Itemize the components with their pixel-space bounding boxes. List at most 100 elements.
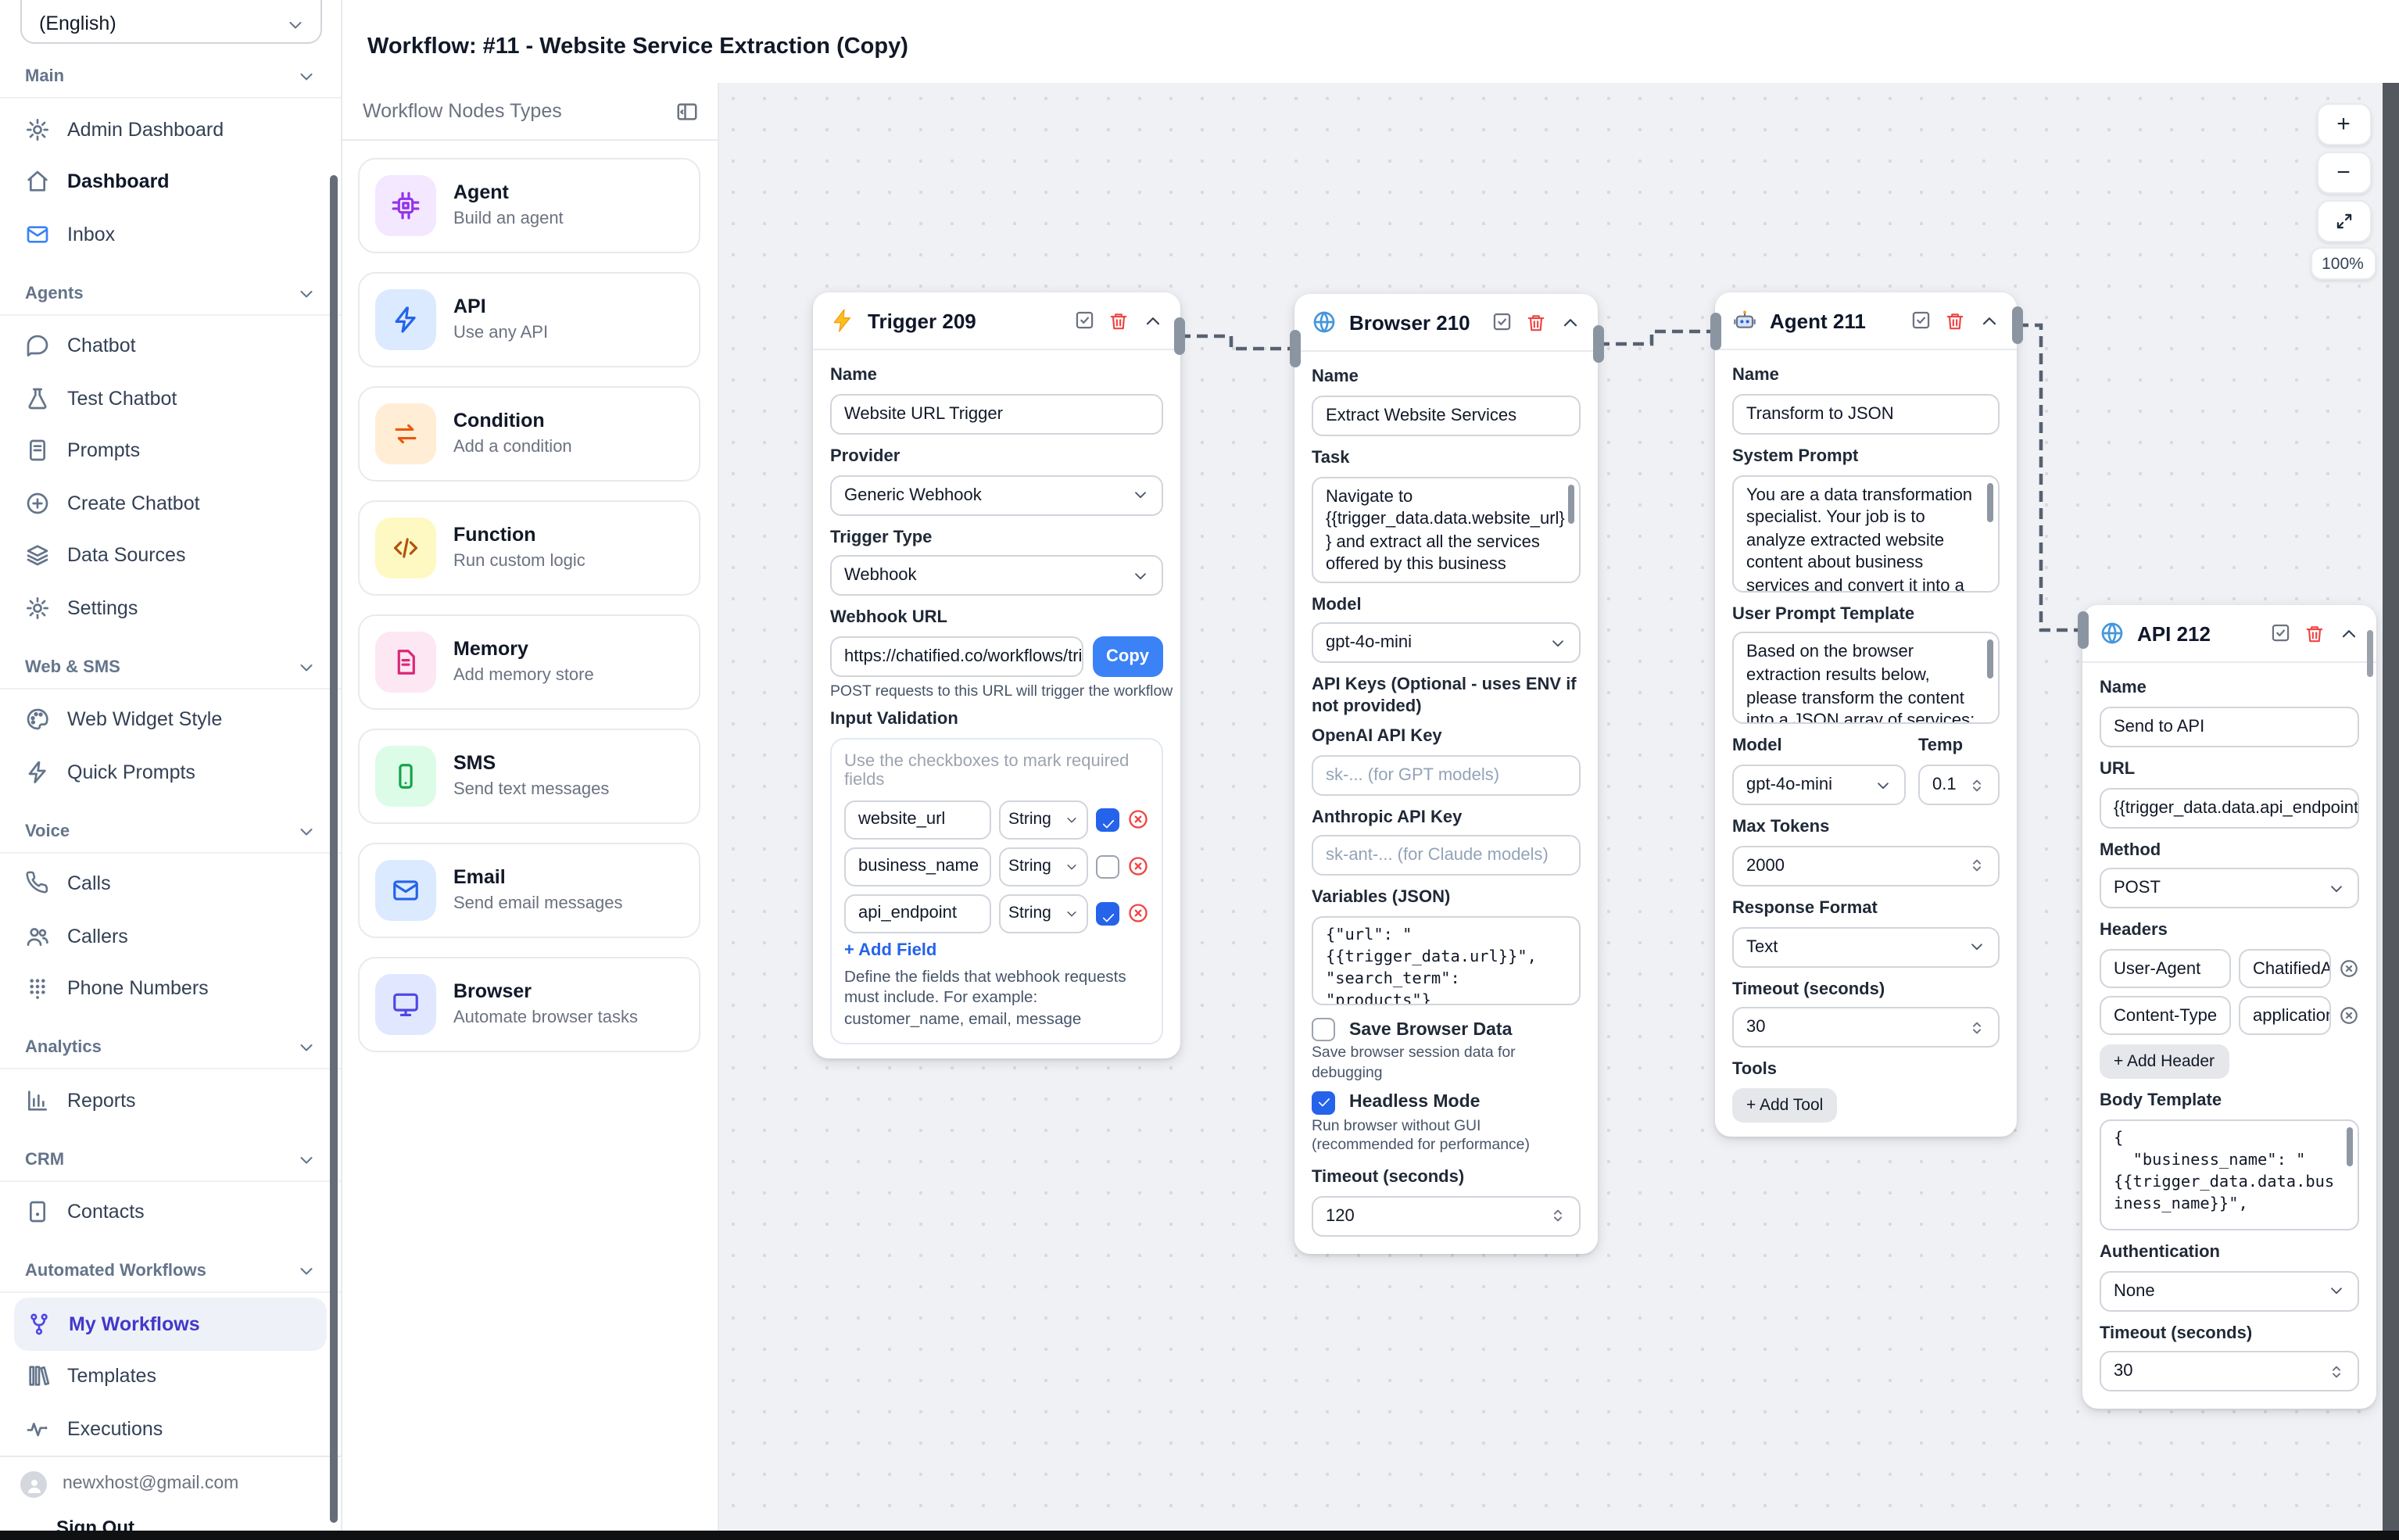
sidebar-item-chatbot[interactable]: Chatbot [0, 320, 341, 372]
sidebar-item-phone-numbers[interactable]: Phone Numbers [0, 962, 341, 1015]
method-select[interactable]: POST [2100, 868, 2359, 909]
add-field-button[interactable]: + Add Field [844, 940, 1149, 959]
trigger-type-select[interactable]: Webhook [830, 556, 1163, 596]
field-type-select[interactable]: String [999, 847, 1088, 886]
zoom-out-button[interactable]: − [2316, 152, 2371, 194]
delete-node-icon[interactable] [1526, 312, 1546, 332]
select-node-checkbox[interactable] [1910, 310, 1931, 331]
trigger-output-handle[interactable] [1173, 317, 1184, 355]
node-scrollbar[interactable] [2366, 630, 2373, 677]
sidebar-section-agents[interactable]: Agents [0, 260, 341, 307]
select-node-checkbox[interactable] [1491, 312, 1512, 333]
headless-mode-checkbox[interactable] [1312, 1091, 1335, 1114]
scrollbar-thumb[interactable] [1986, 482, 1993, 521]
api-timeout-input[interactable]: 30 [2100, 1352, 2359, 1392]
openai-key-input[interactable]: sk-... (for GPT models) [1312, 754, 1581, 795]
workflow-canvas[interactable]: Trigger 209 Name Website URL Trigger Pro… [717, 83, 2383, 1530]
collapse-node-icon[interactable] [1979, 310, 2000, 331]
api-url-input[interactable]: {{trigger_data.data.api_endpoint}} [2100, 787, 2359, 828]
palette-card-agent[interactable]: AgentBuild an agent [358, 158, 700, 253]
user-prompt-textarea[interactable]: Based on the browser extraction results … [1732, 632, 2000, 725]
field-name-input[interactable]: website_url [844, 800, 991, 839]
sidebar-section-main[interactable]: Main [0, 44, 341, 91]
model-select[interactable]: gpt-4o-mini [1312, 623, 1581, 664]
sidebar-item-templates[interactable]: Templates [0, 1350, 341, 1402]
copy-button[interactable]: Copy [1092, 636, 1163, 677]
sidebar-item-admin-dashboard[interactable]: Admin Dashboard [0, 103, 341, 156]
collapse-node-icon[interactable] [1560, 312, 1581, 332]
api-name-input[interactable]: Send to API [2100, 707, 2359, 747]
sidebar-item-data-sources[interactable]: Data Sources [0, 529, 341, 582]
user-row[interactable]: newxhost@gmail.com [0, 1456, 341, 1506]
scrollbar-thumb[interactable] [1567, 484, 1574, 523]
max-tokens-input[interactable]: 2000 [1732, 846, 2000, 886]
sidebar-section-automated-workflows[interactable]: Automated Workflows [0, 1238, 341, 1285]
save-browser-data-checkbox[interactable] [1312, 1018, 1335, 1041]
scrollbar-thumb[interactable] [1986, 640, 1993, 679]
header-value-input[interactable]: application/json [2239, 996, 2331, 1035]
header-value-input[interactable]: ChatifiedAI-Web [2239, 949, 2331, 988]
agent-input-handle[interactable] [1710, 313, 1720, 350]
language-selector[interactable]: (English) [20, 0, 322, 44]
add-header-button[interactable]: + Add Header [2100, 1044, 2229, 1079]
agent-name-input[interactable]: Transform to JSON [1732, 394, 2000, 435]
node-browser-210[interactable]: Browser 210 Name Extract Website Service… [1294, 294, 1598, 1254]
browser-timeout-input[interactable]: 120 [1312, 1196, 1581, 1237]
required-checkbox[interactable] [1096, 808, 1119, 831]
sidebar-item-create-chatbot[interactable]: Create Chatbot [0, 477, 341, 529]
node-agent-211[interactable]: Agent 211 Name Transform to JSON System … [1715, 292, 2017, 1137]
sidebar-item-web-widget-style[interactable]: Web Widget Style [0, 693, 341, 746]
sidebar-item-reports[interactable]: Reports [0, 1074, 341, 1126]
palette-card-email[interactable]: EmailSend email messages [358, 843, 700, 938]
sidebar-item-executions[interactable]: Executions [0, 1402, 341, 1455]
node-api-212[interactable]: API 212 Name Send to API URL {{trigger_d… [2082, 605, 2376, 1409]
sidebar-item-quick-prompts[interactable]: Quick Prompts [0, 746, 341, 798]
palette-card-api[interactable]: APIUse any API [358, 272, 700, 367]
sidebar-item-test-chatbot[interactable]: Test Chatbot [0, 372, 341, 424]
collapse-node-icon[interactable] [1143, 310, 1163, 331]
sidebar-item-calls[interactable]: Calls [0, 858, 341, 910]
palette-card-function[interactable]: FunctionRun custom logic [358, 500, 700, 596]
window-scrollbar[interactable] [2383, 83, 2399, 1530]
field-name-input[interactable]: api_endpoint [844, 894, 991, 933]
agent-timeout-input[interactable]: 30 [1732, 1008, 2000, 1048]
header-key-input[interactable]: Content-Type [2100, 996, 2231, 1035]
response-format-select[interactable]: Text [1732, 926, 2000, 967]
remove-header-icon[interactable] [2339, 1005, 2359, 1026]
anthropic-key-input[interactable]: sk-ant-... (for Claude models) [1312, 836, 1581, 876]
sidebar-item-my-workflows[interactable]: My Workflows [14, 1298, 327, 1350]
auth-select[interactable]: None [2100, 1270, 2359, 1311]
browser-output-handle[interactable] [1592, 325, 1603, 363]
select-node-checkbox[interactable] [1073, 310, 1094, 331]
sidebar-item-prompts[interactable]: Prompts [0, 424, 341, 477]
body-template-textarea[interactable]: { "business_name": "{{trigger_data.data.… [2100, 1119, 2359, 1230]
add-tool-button[interactable]: + Add Tool [1732, 1088, 1837, 1123]
palette-card-condition[interactable]: ConditionAdd a condition [358, 386, 700, 482]
palette-card-sms[interactable]: SMSSend text messages [358, 729, 700, 824]
field-type-select[interactable]: String [999, 894, 1088, 933]
agent-model-select[interactable]: gpt-4o-mini [1732, 765, 1906, 805]
delete-node-icon[interactable] [1945, 310, 1965, 331]
sidebar-section-crm[interactable]: CRM [0, 1126, 341, 1173]
variables-textarea[interactable]: {"url": "{{trigger_data.url}}", "search_… [1312, 916, 1581, 1005]
select-node-checkbox[interactable] [2269, 623, 2290, 644]
remove-field-icon[interactable] [1127, 902, 1149, 924]
delete-node-icon[interactable] [2304, 623, 2325, 643]
sidebar-scrollbar[interactable] [330, 175, 337, 1523]
provider-select[interactable]: Generic Webhook [830, 475, 1163, 515]
delete-node-icon[interactable] [1108, 310, 1129, 331]
palette-card-memory[interactable]: MemoryAdd memory store [358, 614, 700, 710]
sidebar-section-web-sms[interactable]: Web & SMS [0, 634, 341, 681]
required-checkbox[interactable] [1096, 854, 1119, 878]
palette-card-browser[interactable]: BrowserAutomate browser tasks [358, 957, 700, 1052]
api-input-handle[interactable] [2077, 611, 2088, 649]
fit-view-button[interactable] [2316, 200, 2371, 242]
scrollbar-thumb[interactable] [2346, 1127, 2353, 1166]
webhook-url-input[interactable]: https://chatified.co/workflows/trigger/9… [830, 636, 1083, 677]
browser-input-handle[interactable] [1289, 330, 1300, 367]
node-trigger-209[interactable]: Trigger 209 Name Website URL Trigger Pro… [813, 292, 1180, 1059]
system-prompt-textarea[interactable]: You are a data transformation specialist… [1732, 475, 2000, 592]
collapse-node-icon[interactable] [2339, 623, 2359, 643]
collapse-panel-icon[interactable] [675, 99, 698, 123]
field-type-select[interactable]: String [999, 800, 1088, 839]
